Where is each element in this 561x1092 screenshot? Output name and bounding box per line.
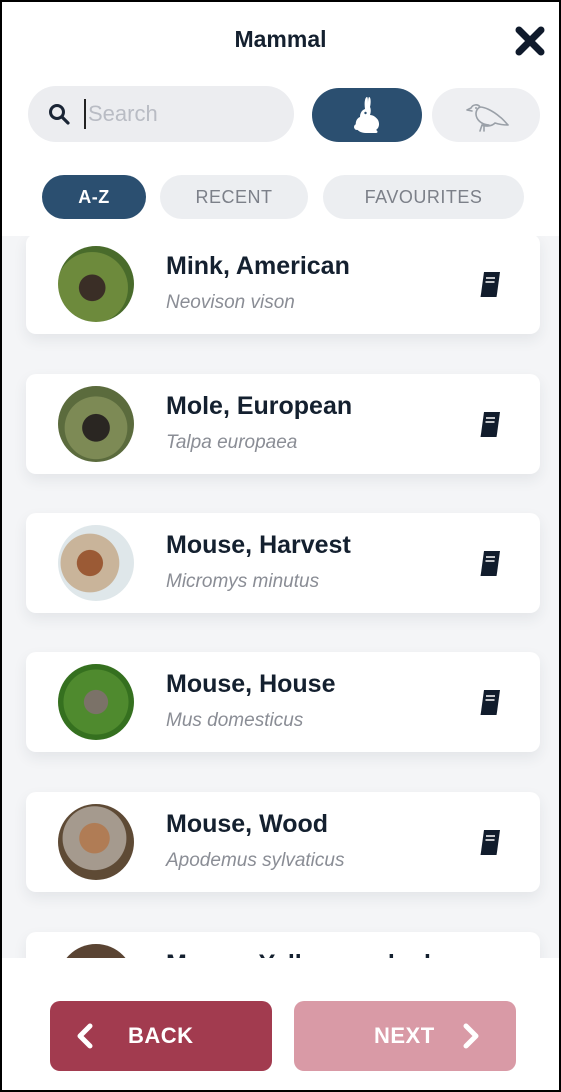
list-item[interactable]: Mouse, House Mus domesticus: [26, 652, 540, 752]
screen: Mammal A-Z RECENT FAVOURITES Mink, Ameri…: [0, 0, 561, 1092]
tab-a-z[interactable]: A-Z: [42, 175, 146, 219]
book-icon[interactable]: [478, 688, 502, 716]
list-item[interactable]: Mole, European Talpa europaea: [26, 374, 540, 474]
close-icon[interactable]: [513, 24, 547, 58]
species-latin-name: Neovison vison: [166, 292, 295, 313]
text-cursor: [84, 99, 86, 129]
back-button[interactable]: BACK: [50, 1001, 272, 1071]
species-photo: [58, 664, 134, 740]
mammal-toggle-button[interactable]: [312, 88, 422, 142]
chevron-right-icon: [463, 1023, 479, 1049]
book-icon[interactable]: [478, 410, 502, 438]
list-item[interactable]: Mink, American Neovison vison: [26, 236, 540, 334]
next-button[interactable]: NEXT: [294, 1001, 516, 1071]
search-bar[interactable]: [28, 86, 294, 142]
rabbit-icon: [354, 97, 380, 133]
book-icon[interactable]: [478, 270, 502, 298]
species-latin-name: Talpa europaea: [166, 432, 298, 453]
header: Mammal: [2, 2, 559, 80]
bottom-nav: BACK NEXT: [2, 958, 559, 1090]
list-item[interactable]: Mouse, Harvest Micromys minutus: [26, 513, 540, 613]
list-item[interactable]: Mouse, Wood Apodemus sylvaticus: [26, 792, 540, 892]
species-common-name: Mouse, Wood: [166, 810, 329, 838]
page-title: Mammal: [234, 26, 327, 52]
book-icon[interactable]: [478, 828, 502, 856]
species-list[interactable]: Mink, American Neovison vison Mole, Euro…: [2, 236, 559, 958]
back-button-label: BACK: [128, 1023, 194, 1048]
species-common-name: Mole, European: [166, 392, 353, 420]
species-photo: [58, 246, 134, 322]
tab-favourites[interactable]: FAVOURITES: [323, 175, 524, 219]
species-latin-name: Apodemus sylvaticus: [166, 850, 345, 871]
species-common-name: Mouse, Harvest: [166, 531, 351, 559]
species-latin-name: Micromys minutus: [166, 571, 320, 592]
bird-toggle-button[interactable]: [432, 88, 540, 142]
species-latin-name: Mus domesticus: [166, 710, 304, 731]
species-photo: [58, 944, 134, 958]
search-input[interactable]: [88, 101, 258, 127]
list-item[interactable]: Mouse, Yellow-necked: [26, 932, 540, 958]
species-common-name: Mink, American: [166, 252, 350, 280]
bird-icon: [466, 104, 509, 132]
next-button-label: NEXT: [374, 1023, 435, 1048]
species-photo: [58, 386, 134, 462]
species-common-name: Mouse, Yellow-necked: [166, 950, 431, 958]
search-icon: [49, 104, 70, 125]
tab-recent[interactable]: RECENT: [160, 175, 308, 219]
chevron-left-icon: [77, 1023, 93, 1049]
species-photo: [58, 804, 134, 880]
species-common-name: Mouse, House: [166, 670, 336, 698]
species-photo: [58, 525, 134, 601]
book-icon[interactable]: [478, 549, 502, 577]
